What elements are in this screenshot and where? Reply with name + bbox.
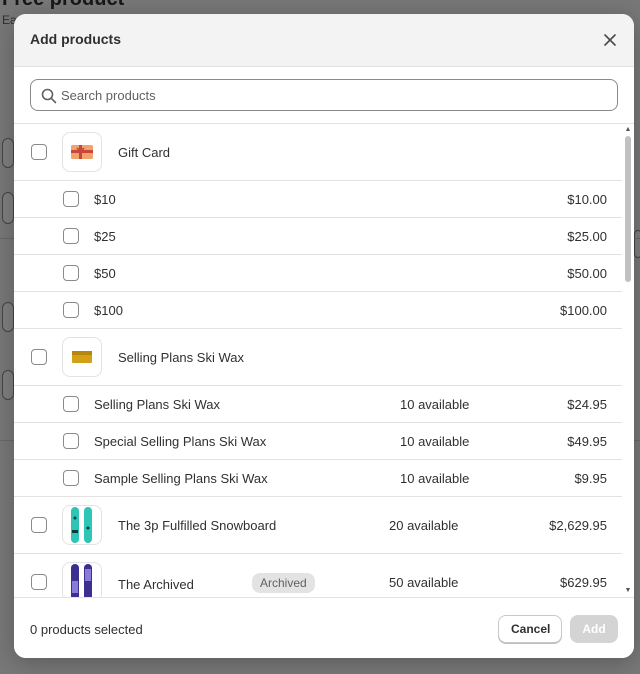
variant-row[interactable]: Selling Plans Ski Wax 10 available $24.9… [14, 386, 622, 423]
modal-header: Add products [14, 14, 634, 67]
variant-row[interactable]: Sample Selling Plans Ski Wax 10 availabl… [14, 460, 622, 497]
ski-wax-icon [72, 351, 92, 363]
modal-title: Add products [30, 31, 121, 47]
variant-checkbox[interactable] [63, 265, 79, 281]
product-name: Gift Card [118, 145, 171, 160]
variant-row[interactable]: $50 $50.00 [14, 255, 622, 292]
snowboard-teal-thumbnail [62, 505, 102, 545]
search-input[interactable] [61, 80, 611, 110]
variant-price: $10.00 [567, 192, 607, 207]
variant-name: $25 [94, 229, 116, 244]
product-price: $2,629.95 [549, 518, 607, 533]
status-badge: Archived [252, 573, 315, 593]
scrollbar-thumb[interactable] [625, 136, 631, 282]
gift-card-thumbnail [62, 132, 102, 172]
variant-row[interactable]: $10 $10.00 [14, 181, 622, 218]
add-products-modal: Add products Search products Gift Card $… [14, 14, 634, 658]
variant-checkbox[interactable] [63, 302, 79, 318]
add-button[interactable]: Add [570, 615, 618, 643]
snowboard-purple-icon [71, 564, 92, 597]
variant-name: $100 [94, 303, 123, 318]
close-button[interactable] [600, 30, 620, 50]
variant-price: $50.00 [567, 266, 607, 281]
variant-availability: 10 available [400, 471, 470, 486]
product-checkbox[interactable] [31, 144, 47, 160]
cancel-button[interactable]: Cancel [498, 615, 562, 643]
variant-row[interactable]: $25 $25.00 [14, 218, 622, 255]
snowboard-teal-icon [71, 507, 92, 543]
ski-wax-thumbnail [62, 337, 102, 377]
variant-checkbox[interactable] [63, 228, 79, 244]
search-bar [14, 67, 634, 124]
search-icon [41, 88, 57, 104]
product-checkbox[interactable] [31, 517, 47, 533]
selection-count: 0 products selected [30, 622, 143, 637]
snowboard-purple-thumbnail [62, 562, 102, 597]
variant-price: $49.95 [567, 434, 607, 449]
variant-checkbox[interactable] [63, 191, 79, 207]
product-name: The 3p Fulfilled Snowboard [118, 518, 277, 533]
variant-name: Special Selling Plans Ski Wax [94, 434, 267, 449]
product-row-3p-snowboard[interactable]: The 3p Fulfilled Snowboard 20 available … [14, 497, 622, 554]
variant-price: $9.95 [574, 471, 607, 486]
variant-row[interactable]: $100 $100.00 [14, 292, 622, 329]
variant-price: $24.95 [567, 397, 607, 412]
modal-footer: 0 products selected Cancel Add [14, 597, 634, 658]
product-availability: 20 available [389, 518, 459, 533]
variant-price: $100.00 [560, 303, 607, 318]
list-scrollbar[interactable]: ▲ ▼ [622, 124, 634, 597]
product-price: $629.95 [560, 575, 607, 590]
variant-checkbox[interactable] [63, 396, 79, 412]
product-checkbox[interactable] [31, 349, 47, 365]
product-list: Gift Card $10 $10.00 $25 $25.00 $50 $50.… [14, 124, 634, 597]
variant-checkbox[interactable] [63, 433, 79, 449]
variant-name: $50 [94, 266, 116, 281]
search-box[interactable] [30, 79, 618, 111]
variant-name: Selling Plans Ski Wax [94, 397, 220, 412]
variant-checkbox[interactable] [63, 470, 79, 486]
variant-name: Sample Selling Plans Ski Wax [94, 471, 268, 486]
product-row-ski-wax[interactable]: Selling Plans Ski Wax [14, 329, 622, 386]
variant-row[interactable]: Special Selling Plans Ski Wax 10 availab… [14, 423, 622, 460]
scroll-up-arrow-icon[interactable]: ▲ [624, 126, 632, 134]
product-row-archived-snowboard[interactable]: The Archived Snowboard Archived 50 avail… [14, 554, 622, 597]
scroll-down-arrow-icon[interactable]: ▼ [624, 587, 632, 595]
product-name: The Archived Snowboard [118, 577, 194, 592]
variant-availability: 10 available [400, 434, 470, 449]
product-row-gift-card[interactable]: Gift Card [14, 124, 622, 181]
product-checkbox[interactable] [31, 574, 47, 590]
close-icon [604, 34, 616, 46]
product-name: Selling Plans Ski Wax [118, 350, 244, 365]
gift-card-icon [71, 145, 93, 159]
variant-availability: 10 available [400, 397, 470, 412]
variant-name: $10 [94, 192, 116, 207]
variant-price: $25.00 [567, 229, 607, 244]
product-availability: 50 available [389, 575, 459, 590]
